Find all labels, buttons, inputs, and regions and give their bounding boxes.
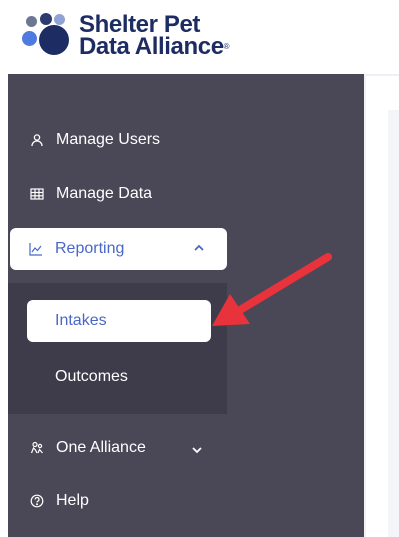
brand-name-line2: Data Alliance (79, 33, 224, 60)
submenu-item-intakes[interactable]: Intakes (27, 300, 211, 342)
sidebar-item-reporting[interactable]: Reporting (10, 228, 227, 270)
annotation-arrow-icon (212, 253, 332, 326)
table-icon (30, 187, 44, 201)
brand-name: Shelter Pet Data Alliance® (79, 13, 230, 60)
sidebar-item-label: Reporting (55, 240, 125, 257)
content-panel (388, 110, 399, 537)
chevron-down-icon[interactable] (191, 444, 203, 456)
user-icon (30, 133, 44, 147)
submenu-item-outcomes[interactable]: Outcomes (27, 356, 211, 398)
sidebar-item-label: One Alliance (56, 439, 146, 456)
help-icon (30, 494, 44, 508)
logo-dots-icon (22, 11, 78, 61)
sidebar-item-label: Manage Users (56, 131, 161, 148)
sidebar-item-label: Help (56, 492, 89, 509)
chart-icon (29, 242, 43, 256)
brand-logo[interactable]: Shelter Pet Data Alliance® (22, 10, 230, 62)
sidebar-border (364, 74, 366, 537)
sidebar-item-manage-users[interactable]: Manage Users (8, 119, 228, 161)
sidebar-item-help[interactable]: Help (8, 480, 228, 522)
sidebar-item-manage-data[interactable]: Manage Data (8, 173, 228, 215)
sidebar-item-label: Manage Data (56, 185, 153, 202)
header-divider (365, 74, 399, 76)
people-icon (30, 441, 44, 455)
trademark-symbol: ® (223, 42, 230, 51)
